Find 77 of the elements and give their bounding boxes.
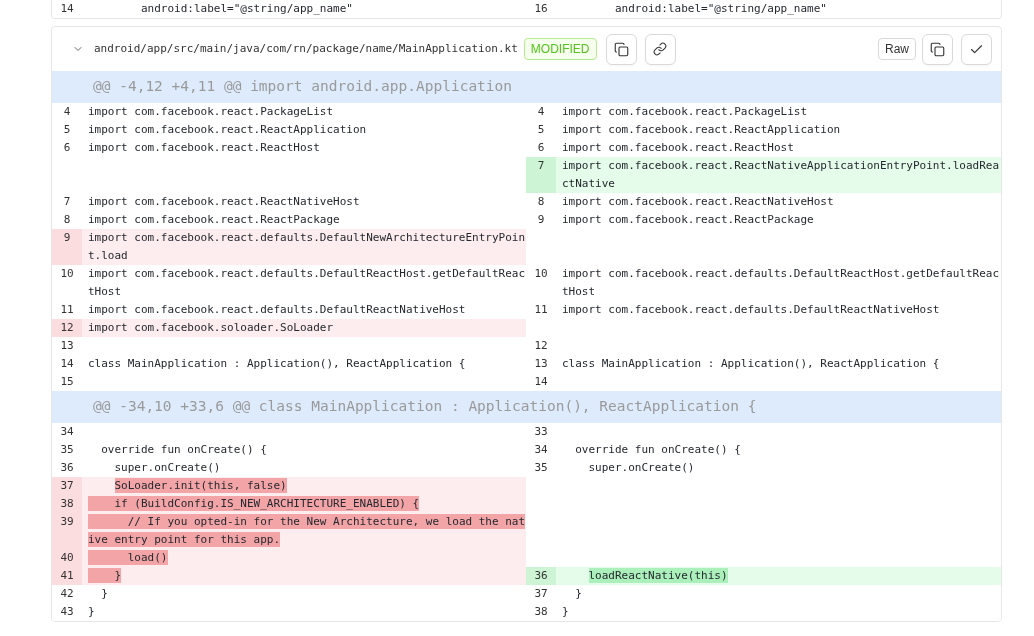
copy-button[interactable]	[605, 33, 637, 65]
line-number: 8	[63, 213, 71, 226]
link-icon	[653, 42, 667, 56]
line-number: 34	[60, 425, 74, 438]
line-number: 7	[526, 157, 556, 193]
line-number: 36	[526, 567, 556, 585]
line-number: 41	[52, 567, 82, 585]
hunk-header: @@ -4,12 +4,11 @@ import android.app.Application	[52, 71, 1001, 103]
line-number: 39	[52, 513, 82, 549]
line-number: 14	[60, 2, 74, 15]
line-number: 6	[537, 141, 545, 154]
code-line: super.onCreate()	[113, 461, 221, 474]
code-line: }	[562, 605, 569, 618]
code-line: import com.facebook.react.PackageList	[88, 105, 334, 118]
line-number: 38	[52, 495, 82, 513]
code-line: import com.facebook.react.PackageList	[562, 105, 808, 118]
line-number: 11	[534, 303, 548, 316]
line-number: 10	[60, 267, 74, 280]
raw-button[interactable]: Raw	[878, 38, 916, 60]
status-badge: MODIFIED	[523, 38, 597, 60]
line-number: 9	[52, 229, 82, 265]
line-number: 33	[534, 425, 548, 438]
code-line: }	[100, 587, 108, 600]
hunk-header: @@ -34,10 +33,6 @@ class MainApplication : Application(), ReactApplication {	[52, 391, 1001, 423]
code-line: override fun onCreate() {	[100, 443, 267, 456]
code-line: import com.facebook.react.ReactNativeHost	[88, 195, 360, 208]
line-number: 5	[537, 123, 545, 136]
line-number: 40	[52, 549, 82, 567]
line-number: 37	[534, 587, 548, 600]
line-number: 36	[60, 461, 74, 474]
line-number: 14	[60, 357, 74, 370]
code-line: import com.facebook.react.ReactPackage	[562, 213, 814, 226]
copy-button[interactable]	[922, 33, 953, 65]
line-number: 9	[537, 213, 545, 226]
code-line: override fun onCreate() {	[574, 443, 741, 456]
code-line: class MainApplication : Application(), ReactApplication {	[562, 357, 940, 370]
line-number: 12	[52, 319, 82, 337]
code-line: import com.facebook.react.defaults.DefaultReactNativeHost	[88, 303, 466, 316]
link-button[interactable]	[644, 33, 676, 65]
line-number: 4	[63, 105, 71, 118]
line-number: 16	[534, 2, 548, 15]
line-number: 15	[60, 375, 74, 388]
line-number: 35	[534, 461, 548, 474]
line-number: 43	[60, 605, 74, 618]
line-number: 14	[534, 375, 548, 388]
code-line: android:label="@string/app_name"	[140, 2, 353, 15]
line-number: 35	[60, 443, 74, 456]
line-number: 4	[537, 105, 545, 118]
code-line: import com.facebook.react.ReactHost	[88, 141, 320, 154]
line-number: 42	[60, 587, 74, 600]
line-number: 12	[534, 339, 548, 352]
code-line: import com.facebook.react.ReactHost	[562, 141, 794, 154]
code-line: }	[574, 587, 582, 600]
line-number: 13	[534, 357, 548, 370]
code-line: import com.facebook.react.ReactApplication	[562, 123, 841, 136]
copy-icon	[613, 41, 629, 57]
code-line: import com.facebook.react.ReactPackage	[88, 213, 340, 226]
check-button[interactable]	[961, 33, 992, 65]
code-line: import com.facebook.react.defaults.DefaultReactNativeHost	[562, 303, 940, 316]
line-number: 7	[63, 195, 71, 208]
line-number: 38	[534, 605, 548, 618]
line-number: 8	[537, 195, 545, 208]
line-number: 10	[534, 267, 548, 280]
line-number: 13	[60, 339, 74, 352]
code-line: super.onCreate()	[587, 461, 695, 474]
code-line: import com.facebook.react.ReactNativeHost	[562, 195, 834, 208]
line-number: 6	[63, 141, 71, 154]
code-line: android:label="@string/app_name"	[614, 2, 827, 15]
code-line: import com.facebook.react.ReactApplication	[88, 123, 367, 136]
file-path: android/app/src/main/java/com/rn/package/name/MainApplication.kt	[94, 40, 518, 57]
line-number: 37	[52, 477, 82, 495]
line-number: 34	[534, 443, 548, 456]
code-line: }	[88, 605, 95, 618]
line-number: 5	[63, 123, 71, 136]
line-number: 11	[60, 303, 74, 316]
copy-icon	[930, 41, 945, 57]
code-line: class MainApplication : Application(), ReactApplication {	[88, 357, 466, 370]
